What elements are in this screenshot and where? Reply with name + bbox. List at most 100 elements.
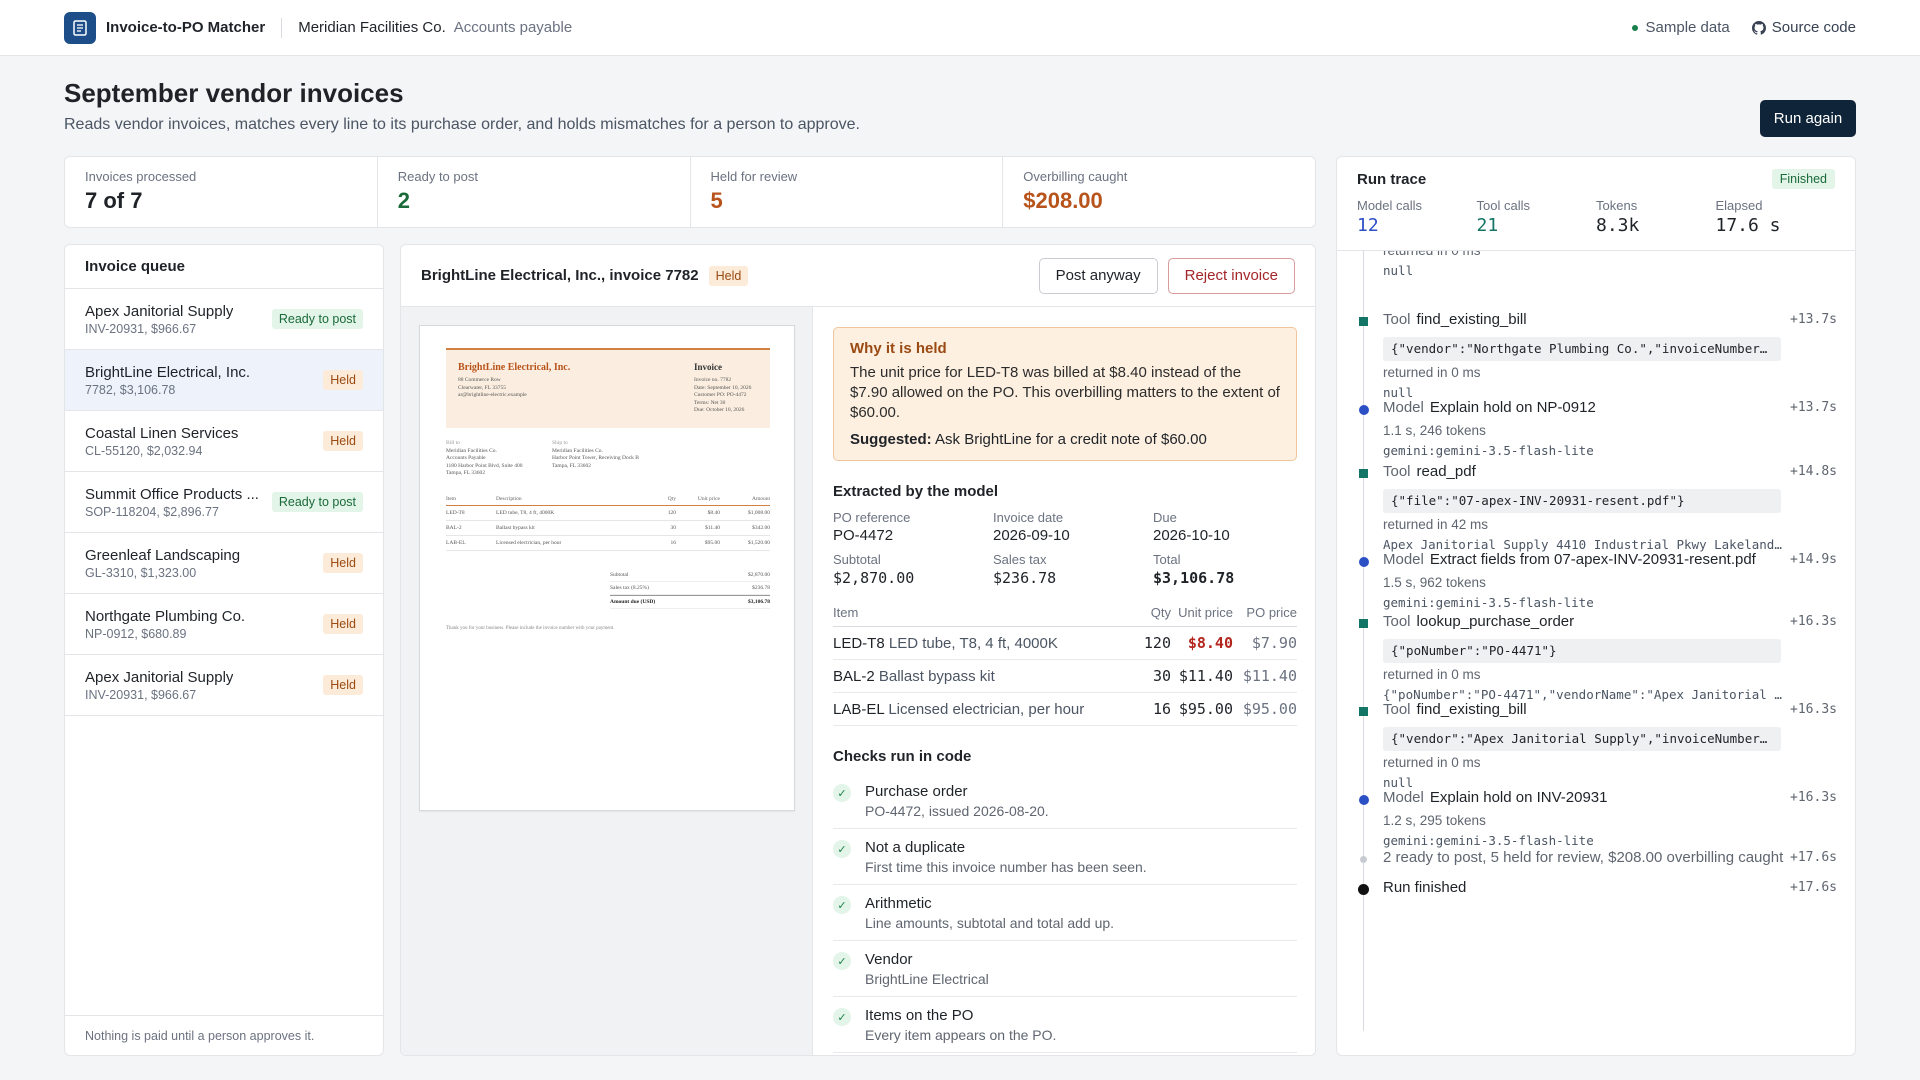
queue-item-vendor: BrightLine Electrical, Inc. [85,363,251,381]
field-value: PO-4472 [833,527,894,544]
trace-event-name: find_existing_bill [1416,311,1527,328]
queue-item-vendor: Northgate Plumbing Co. [85,607,246,625]
queue-item[interactable]: Summit Office Products ... SOP-118204, $2… [65,472,383,533]
check-icon: ✓ [833,784,851,802]
model-call-icon [1359,795,1369,805]
check-icon: ✓ [833,896,851,914]
queue-list: Apex Janitorial Supply INV-20931, $966.67… [65,289,383,716]
item-description: LED tube, T8, 4 ft, 4000K [888,634,1058,652]
check-text: Items on the PO Every item appears on the… [865,1007,1056,1043]
check-icon: ✓ [833,1008,851,1026]
preview-bill-to: Bill to Meridian Facilities Co. Accounts P… [446,440,523,476]
timeline-line [1363,251,1364,1031]
trace-event-detail: returned in 0 ms [1383,365,1481,380]
trace-event-name: 2 ready to post, 5 held for review, $208… [1383,849,1784,866]
sample-data-indicator: Sample data [1631,19,1730,36]
trace-event-kind: Tool [1383,311,1411,328]
source-code-link[interactable]: Source code [1751,19,1856,36]
check-row: ✓ Items on the PO Every item appears on th… [833,997,1297,1053]
line-item-name: BAL-2 Ballast bypass kit [833,659,1115,693]
queue-item[interactable]: Greenleaf Landscaping GL-3310, $1,323.00 H… [65,533,383,594]
check-description: Every item appears on the PO. [865,1027,1057,1043]
trace-event-kind: Tool [1383,613,1411,630]
checks-title: Checks run in code [833,748,972,765]
queue-item[interactable]: Coastal Linen Services CL-55120, $2,032.9… [65,411,383,472]
item-qty: 120 [1115,626,1171,660]
line-item-row: BAL-2 Ballast bypass kit 30 $11.40 $11.40 [833,659,1297,693]
trace-event-detail: returned in 0 ms [1383,667,1481,682]
check-title: Items on the PO [865,1007,974,1024]
invoice-document-preview[interactable]: BrightLine Electrical, Inc. 88 Commerce … [419,325,795,811]
extracted-fields: PO reference PO-4472 Invoice date 2026-09-1… [833,510,1297,587]
preview-cell: $95.00 [704,540,720,546]
tool-call-icon [1359,707,1368,716]
queue-footer: Nothing is paid until a person approves … [65,1015,383,1055]
status-badge: Held [323,614,363,634]
status-badge: Held [323,675,363,695]
check-icon: ✓ [833,840,851,858]
top-bar: Invoice-to-PO Matcher Meridian Facilitie… [0,0,1920,56]
preview-cell: LAB-EL [446,540,466,546]
preview-line-row: LAB-EL Licensed electrician, per hour 16 $9… [446,536,770,551]
preview-vendor-address: 88 Commerce Row Clearwater, FL 33755 ar@br… [458,377,527,398]
stat-label: Held for review [710,169,798,184]
check-row: ✓ Vendor BrightLine Electrical [833,941,1297,997]
reject-invoice-button[interactable]: Reject invoice [1167,257,1295,294]
post-anyway-button[interactable]: Post anyway [1038,257,1158,294]
preview-vendor: BrightLine Electrical, Inc. [458,362,571,373]
summary-dot-icon [1360,856,1367,863]
stat-label: Overbilling caught [1023,169,1128,184]
trace-event-name: read_pdf [1416,463,1476,480]
trace-status-badge: Finished [1771,169,1835,189]
invoice-detail: BrightLine Electrical, Inc., invoice 778… [400,244,1316,1056]
queue-item[interactable]: Apex Janitorial Supply INV-20931, $966.67… [65,655,383,716]
trace-event-args: {"poNumber":"PO-4471"} [1383,639,1781,663]
item-code: LED-T8 [833,634,885,652]
queue-item-text: Coastal Linen Services CL-55120, $2,032.9… [85,425,238,458]
trace-event-output: {"poNumber":"PO-4471","vendorName":"Apex… [1383,687,1783,702]
trace-event-output: gemini:gemini-3.5-flash-lite [1383,595,1594,610]
run-again-button[interactable]: Run again [1760,100,1856,137]
trace-stat-value: 21 [1476,215,1499,236]
stat-card: Held for review 5 [691,157,1004,227]
field-value: 2026-10-10 [1153,527,1230,544]
trace-event-title: Model Extract fields from 07-apex-INV-209… [1383,551,1756,568]
field-label: Total [1153,552,1181,567]
stats-bar: Invoices processed 7 of 7 Ready to post 2 He… [64,156,1316,228]
hold-reason-text: The unit price for LED-T8 was billed at … [850,364,1280,421]
trace-event-args: {"vendor":"Apex Janitorial Supply","invo… [1383,727,1781,751]
tool-call-icon [1359,469,1368,478]
queue-item-text: Greenleaf Landscaping GL-3310, $1,323.00 [85,547,240,580]
stat-label: Ready to post [397,169,478,184]
preview-invoice-meta: Invoice no. 7782 Date: September 10, 2026… [694,377,752,413]
model-call-icon [1359,557,1369,567]
col-qty: Qty [1115,605,1171,627]
queue-item[interactable]: BrightLine Electrical, Inc. 7782, $3,106.… [65,350,383,411]
preview-cell: BAL-2 [446,525,462,531]
trace-event-args: {"file":"07-apex-INV-20931-resent.pdf"} [1383,489,1781,513]
trace-timeline[interactable]: returned in 0 ms null Tool find_existing_bi… [1337,251,1855,1055]
preview-cell: $342.00 [752,525,770,531]
trace-event-time: +16.3s [1790,614,1837,629]
stat-card: Invoices processed 7 of 7 [65,157,378,227]
check-description: PO-4472, issued 2026-08-20. [865,803,1049,819]
trace-stat-value: 12 [1357,215,1379,236]
trace-event-output: gemini:gemini-3.5-flash-lite [1383,833,1594,848]
trace-event-detail: 1.1 s, 246 tokens [1383,423,1486,438]
check-title: Arithmetic [865,895,932,912]
queue-item-vendor: Apex Janitorial Supply [85,302,234,320]
trace-event-time: +14.9s [1790,552,1837,567]
stat-value: $208.00 [1023,188,1103,213]
queue-item-text: Northgate Plumbing Co. NP-0912, $680.89 [85,608,245,641]
trace-event-kind: Model [1383,399,1424,416]
preview-invoice-word: Invoice [694,362,722,372]
queue-item[interactable]: Apex Janitorial Supply INV-20931, $966.67… [65,289,383,350]
trace-event-time: +13.7s [1790,400,1837,415]
line-item-row: LED-T8 LED tube, T8, 4 ft, 4000K 120 $8.40… [833,626,1297,660]
trace-event-time: +16.3s [1790,702,1837,717]
hold-reason-title: Why it is held [850,340,947,357]
preview-cell: $1,008.00 [748,510,770,516]
item-po-price: $11.40 [1233,659,1297,693]
trace-event-time: +16.3s [1790,790,1837,805]
queue-item[interactable]: Northgate Plumbing Co. NP-0912, $680.89 He… [65,594,383,655]
